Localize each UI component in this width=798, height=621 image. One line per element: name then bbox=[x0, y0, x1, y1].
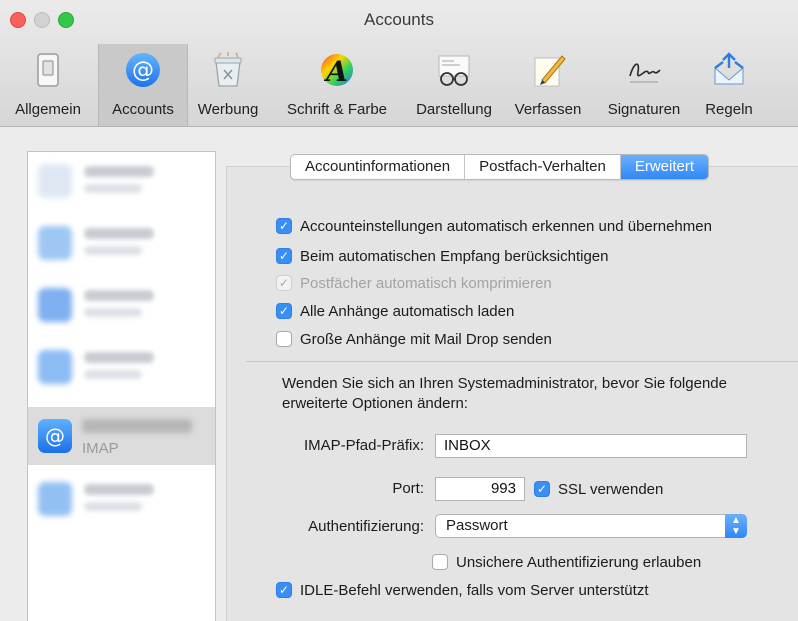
account-list-item[interactable] bbox=[28, 152, 215, 210]
option-label: Alle Anhänge automatisch laden bbox=[300, 302, 515, 320]
toolbar-item-signaturen[interactable]: Signaturen bbox=[594, 44, 694, 126]
toolbar-item-accounts[interactable]: @ Accounts bbox=[98, 44, 188, 126]
toolbar-item-verfassen[interactable]: Verfassen bbox=[504, 44, 592, 126]
divider bbox=[246, 361, 798, 362]
trash-icon bbox=[214, 52, 242, 87]
rules-envelope-icon bbox=[714, 52, 744, 85]
imap-prefix-field[interactable]: INBOX bbox=[435, 434, 747, 458]
option-label: Beim automatischen Empfang berücksichtig… bbox=[300, 247, 609, 265]
glasses-icon bbox=[438, 55, 470, 86]
toolbar-item-label: Schrift & Farbe bbox=[286, 101, 388, 118]
at-sign-icon: @ bbox=[126, 53, 160, 87]
account-list-item-selected[interactable]: @ IMAP bbox=[28, 407, 215, 465]
option-label: SSL verwenden bbox=[558, 480, 664, 498]
account-icon bbox=[38, 226, 72, 260]
blurred-account-detail bbox=[84, 308, 142, 317]
port-label: Port: bbox=[392, 480, 424, 497]
icloud-icon bbox=[38, 164, 72, 198]
checkbox-unchecked[interactable] bbox=[276, 331, 292, 347]
pencil-paper-icon bbox=[534, 55, 566, 87]
account-list-item[interactable] bbox=[28, 214, 215, 272]
auth-select-value: Passwort bbox=[446, 517, 508, 534]
blurred-account-name bbox=[82, 419, 192, 433]
blurred-account-name bbox=[84, 228, 154, 239]
toolbar-item-allgemein[interactable]: Allgemein bbox=[4, 44, 92, 126]
checkbox-checked[interactable]: ✓ bbox=[276, 248, 292, 264]
admin-note: Wenden Sie sich an Ihren Systemadministr… bbox=[282, 375, 727, 412]
port-field[interactable]: 993 bbox=[435, 477, 525, 501]
toolbar: Accounts Allgemein @ Accounts Werbung A … bbox=[0, 0, 798, 127]
option-compact-mailboxes: ✓ Postfächer automatisch komprimieren bbox=[276, 272, 552, 294]
toolbar-item-label: Darstellung bbox=[416, 101, 492, 118]
toolbar-item-label: Werbung bbox=[197, 101, 259, 118]
window-title: Accounts bbox=[364, 10, 434, 29]
option-label: IDLE-Befehl verwenden, falls vom Server … bbox=[300, 581, 649, 599]
auth-label: Authentifizierung: bbox=[308, 518, 424, 535]
checkbox-disabled: ✓ bbox=[276, 275, 292, 291]
checkbox-checked[interactable]: ✓ bbox=[276, 218, 292, 234]
blurred-account-name bbox=[84, 166, 154, 177]
blurred-account-detail bbox=[84, 370, 142, 379]
imap-prefix-label: IMAP-Pfad-Präfix: bbox=[303, 437, 424, 454]
tab-erweitert[interactable]: Erweitert bbox=[620, 155, 709, 179]
toolbar-item-darstellung[interactable]: Darstellung bbox=[404, 44, 504, 126]
option-auto-receive[interactable]: ✓ Beim automatischen Empfang berücksicht… bbox=[276, 245, 609, 267]
svg-text:@: @ bbox=[132, 58, 154, 83]
blurred-account-detail bbox=[84, 184, 142, 193]
auth-select[interactable]: Passwort ▲ ▼ bbox=[435, 514, 747, 538]
toolbar-item-label: Allgemein bbox=[15, 101, 81, 118]
toolbar-item-label: Signaturen bbox=[607, 101, 681, 118]
chevron-updown-icon: ▲ ▼ bbox=[725, 514, 747, 538]
option-mail-drop[interactable]: Große Anhänge mit Mail Drop senden bbox=[276, 328, 552, 350]
option-label: Unsichere Authentifizierung erlauben bbox=[456, 553, 702, 571]
tab-bar: Accountinformationen Postfach-Verhalten … bbox=[290, 154, 710, 180]
svg-text:A: A bbox=[323, 55, 348, 88]
account-type-label: IMAP bbox=[82, 440, 119, 457]
account-list[interactable]: @ IMAP bbox=[27, 151, 216, 621]
option-label: Accounteinstellungen automatisch erkenne… bbox=[300, 217, 712, 235]
option-auto-detect[interactable]: ✓ Accounteinstellungen automatisch erken… bbox=[276, 215, 712, 237]
account-list-item[interactable] bbox=[28, 470, 215, 528]
option-idle[interactable]: ✓ IDLE-Befehl verwenden, falls vom Serve… bbox=[276, 579, 649, 601]
at-sign-icon: @ bbox=[38, 419, 72, 453]
blurred-account-detail bbox=[84, 502, 142, 511]
account-icon bbox=[38, 288, 72, 322]
checkbox-checked[interactable]: ✓ bbox=[276, 582, 292, 598]
switch-icon bbox=[37, 53, 59, 87]
checkbox-checked[interactable]: ✓ bbox=[534, 481, 550, 497]
tab-accountinformationen[interactable]: Accountinformationen bbox=[291, 155, 466, 179]
toolbar-item-label: Verfassen bbox=[514, 101, 582, 118]
tab-postfach-verhalten[interactable]: Postfach-Verhalten bbox=[465, 155, 621, 179]
toolbar-item-werbung[interactable]: Werbung bbox=[188, 44, 268, 126]
toolbar-item-schrift-farbe[interactable]: A Schrift & Farbe bbox=[270, 44, 404, 126]
mail-preferences-window: Accounts Allgemein @ Accounts Werbung A … bbox=[0, 0, 798, 621]
blurred-account-name bbox=[84, 484, 154, 495]
blurred-account-detail bbox=[84, 246, 142, 255]
blurred-account-name bbox=[84, 352, 154, 363]
option-download-attachments[interactable]: ✓ Alle Anhänge automatisch laden bbox=[276, 300, 514, 322]
svg-text:@: @ bbox=[45, 424, 65, 448]
account-list-item[interactable] bbox=[28, 338, 215, 396]
option-label: Postfächer automatisch komprimieren bbox=[300, 274, 552, 292]
option-insecure-auth[interactable]: Unsichere Authentifizierung erlauben bbox=[432, 551, 701, 573]
signature-icon bbox=[629, 63, 661, 83]
checkbox-unchecked[interactable] bbox=[432, 554, 448, 570]
toolbar-item-label: Regeln bbox=[705, 101, 753, 118]
checkbox-checked[interactable]: ✓ bbox=[276, 303, 292, 319]
option-ssl[interactable]: ✓ SSL verwenden bbox=[534, 478, 663, 500]
option-label: Große Anhänge mit Mail Drop senden bbox=[300, 330, 552, 348]
account-icon bbox=[38, 482, 72, 516]
account-icon bbox=[38, 350, 72, 384]
toolbar-item-regeln[interactable]: Regeln bbox=[694, 44, 764, 126]
toolbar-item-label: Accounts bbox=[112, 101, 174, 118]
font-color-icon: A bbox=[321, 54, 353, 88]
blurred-account-name bbox=[84, 290, 154, 301]
account-list-item[interactable] bbox=[28, 276, 215, 334]
